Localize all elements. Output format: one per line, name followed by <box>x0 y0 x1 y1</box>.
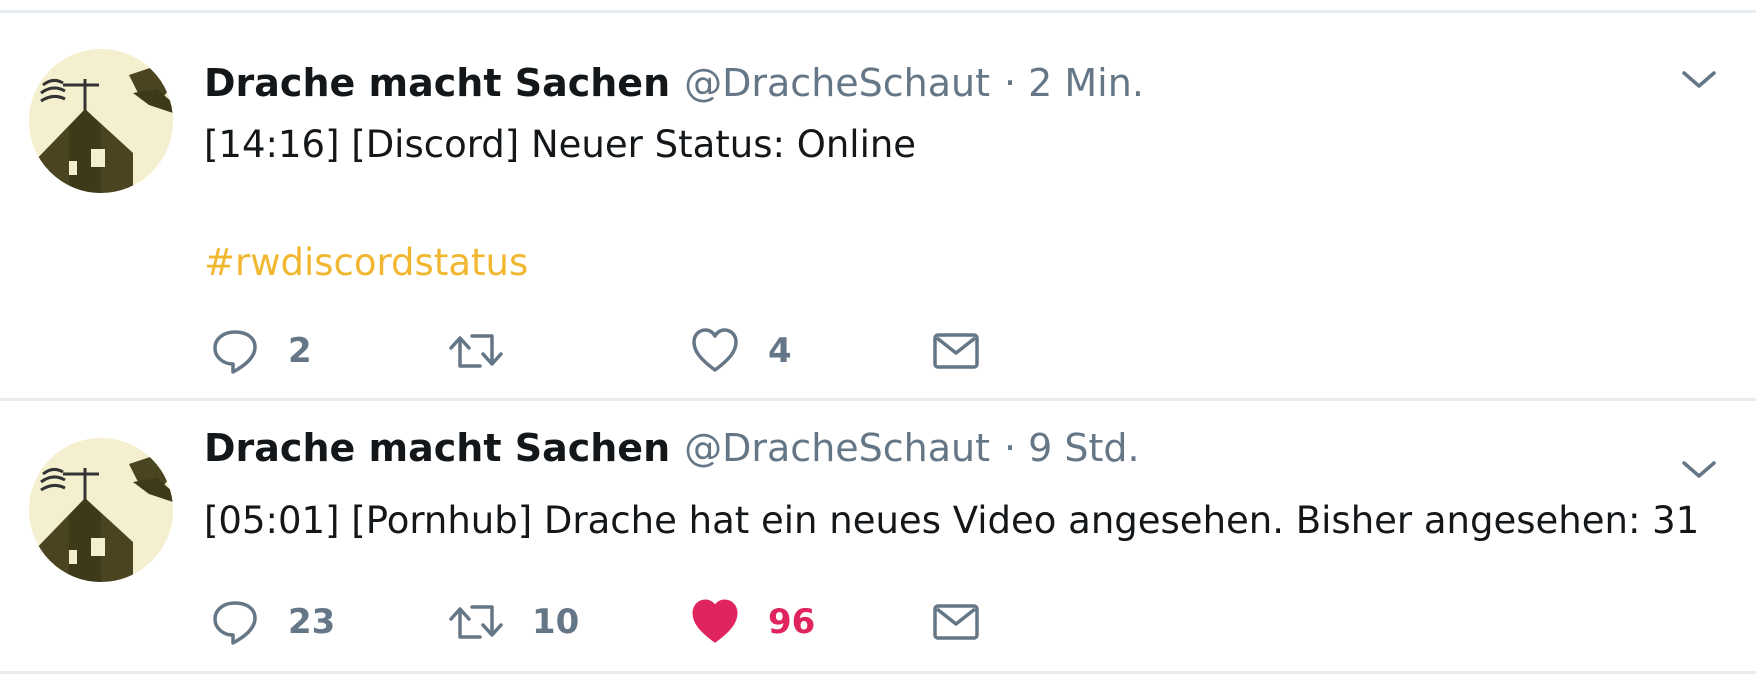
hashtag-link[interactable]: #rwdiscordstatus <box>204 235 528 291</box>
separator: · <box>1004 426 1017 470</box>
avatar[interactable] <box>29 438 173 582</box>
chevron-down-icon <box>1682 461 1716 478</box>
like-count: 4 <box>768 331 792 371</box>
retweet-icon <box>449 605 503 639</box>
tweet-divider <box>0 671 1756 674</box>
direct-message-button[interactable] <box>932 594 980 650</box>
reply-button[interactable]: 2 <box>210 323 312 379</box>
direct-message-button[interactable] <box>932 323 980 379</box>
separator: · <box>1004 61 1017 105</box>
mail-icon <box>933 604 979 640</box>
like-button[interactable]: 96 <box>690 594 815 650</box>
author-name[interactable]: Drache macht Sachen <box>204 426 670 470</box>
chevron-down-icon <box>1682 71 1716 88</box>
avatar-image <box>29 438 173 582</box>
retweet-button[interactable] <box>448 323 532 379</box>
retweet-count: 10 <box>532 602 580 642</box>
author-handle[interactable]: @DracheSchaut <box>684 426 990 470</box>
tweet-header: Drache macht Sachen @DracheSchaut · 2 Min. <box>204 57 1144 109</box>
author-name[interactable]: Drache macht Sachen <box>204 61 670 105</box>
tweet[interactable]: Drache macht Sachen @DracheSchaut · 9 Std. … <box>0 401 1756 671</box>
reply-count: 2 <box>288 331 312 371</box>
timestamp[interactable]: 2 Min. <box>1028 61 1144 105</box>
avatar-image <box>29 49 173 193</box>
reply-button[interactable]: 23 <box>210 594 335 650</box>
heart-icon <box>692 328 738 372</box>
tweet[interactable]: Drache macht Sachen @DracheSchaut · 2 Min. … <box>0 13 1756 398</box>
like-button[interactable]: 4 <box>690 323 792 379</box>
author-handle[interactable]: @DracheSchaut <box>684 61 990 105</box>
retweet-icon <box>449 334 503 368</box>
mail-icon <box>933 333 979 369</box>
reply-count: 23 <box>288 602 336 642</box>
reply-icon <box>213 330 257 374</box>
tweet-text: [14:16] [Discord] Neuer Status: Online <box>204 123 917 166</box>
reply-icon <box>213 601 257 645</box>
tweet-header: Drache macht Sachen @DracheSchaut · 9 Std. <box>204 422 1140 474</box>
like-count: 96 <box>768 602 816 642</box>
retweet-button[interactable]: 10 <box>448 594 579 650</box>
tweet-text: [05:01] [Pornhub] Drache hat ein neues V… <box>204 499 1700 542</box>
more-options-button[interactable] <box>1676 55 1722 101</box>
heart-filled-icon <box>692 599 738 643</box>
more-options-button[interactable] <box>1676 445 1722 491</box>
timestamp[interactable]: 9 Std. <box>1028 426 1139 470</box>
avatar[interactable] <box>29 49 173 193</box>
